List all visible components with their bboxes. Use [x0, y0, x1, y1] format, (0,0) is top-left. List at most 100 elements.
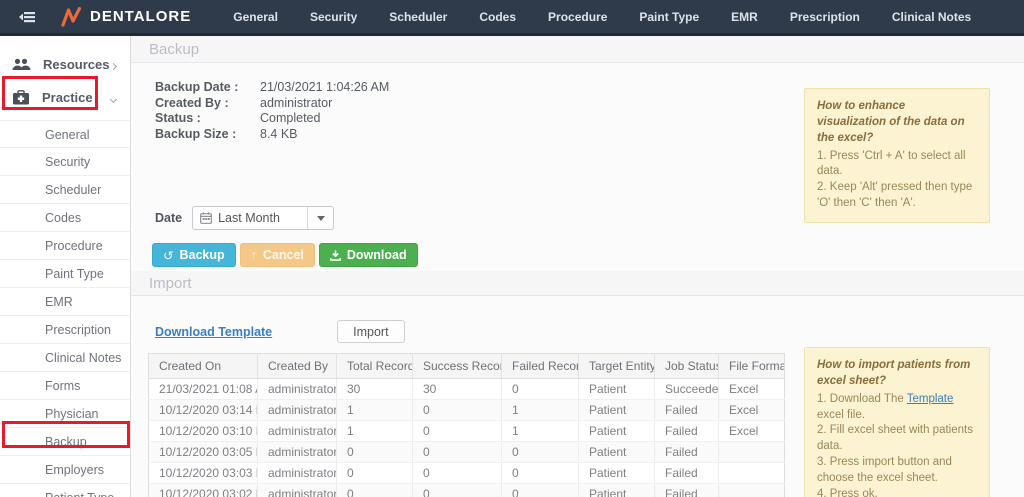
import-section-title: Import [131, 271, 1024, 296]
sidebar-submenu: General Security Scheduler Codes Procedu… [0, 120, 130, 497]
nav-more-dropdown[interactable] [1017, 14, 1024, 19]
table-cell: Patient [579, 442, 655, 463]
column-header: File Format [719, 354, 785, 379]
table-cell: 10/12/2020 03:14 PM [149, 400, 258, 421]
brand-logo[interactable]: DENTALORE [60, 6, 191, 28]
column-header: Created By [258, 354, 337, 379]
help-line-text: excel file. [817, 409, 865, 421]
table-cell: Patient [579, 379, 655, 400]
top-navbar: DENTALORE General Security Scheduler Cod… [0, 0, 1024, 36]
help-note-excel: How to enhance visualization of the data… [804, 88, 990, 223]
table-cell: Failed [655, 463, 719, 484]
table-cell: Succeeded [655, 379, 719, 400]
table-cell: Patient [579, 463, 655, 484]
help-note-line: 3. Press import button and choose the ex… [817, 455, 977, 487]
table-cell: 1 [337, 400, 413, 421]
table-header-row: Created OnCreated ByTotal RecordsSuccess… [149, 354, 785, 379]
table-cell: 0 [502, 463, 579, 484]
sidebar-item-general[interactable]: General [0, 120, 130, 148]
nav-item-paint-type[interactable]: Paint Type [623, 10, 715, 24]
sidebar-group-resources[interactable]: Resources [0, 48, 130, 81]
sidebar-item-prescription[interactable]: Prescription [0, 316, 130, 344]
column-header: Target Entity [579, 354, 655, 379]
table-cell: 0 [413, 442, 502, 463]
sidebar-item-emr[interactable]: EMR [0, 288, 130, 316]
sidebar-group-label: Practice [42, 90, 93, 105]
date-select-value: Last Month [218, 211, 307, 225]
refresh-icon: ↺ [163, 248, 173, 263]
nav-item-security[interactable]: Security [294, 10, 373, 24]
help-note-line: 1. Download The Template excel file. [817, 392, 977, 424]
nav-item-clinical-notes[interactable]: Clinical Notes [876, 10, 987, 24]
table-cell: 1 [337, 421, 413, 442]
import-actions: Download Template Import [131, 320, 1024, 343]
date-select-dropdown-button[interactable] [307, 207, 333, 229]
table-cell: 0 [337, 463, 413, 484]
import-button[interactable]: Import [337, 320, 404, 343]
main-menu: General Security Scheduler Codes Procedu… [217, 10, 1024, 24]
sidebar-item-security[interactable]: Security [0, 148, 130, 176]
sidebar-group-practice[interactable]: Practice [0, 81, 130, 114]
import-history-table: Created OnCreated ByTotal RecordsSuccess… [148, 353, 784, 497]
sidebar-item-scheduler[interactable]: Scheduler [0, 176, 130, 204]
table-cell: 0 [502, 379, 579, 400]
table-cell: Failed [655, 400, 719, 421]
column-header: Created On [149, 354, 258, 379]
table-row: 10/12/2020 03:03 PMadministrator000Patie… [149, 463, 785, 484]
sidebar-item-procedure[interactable]: Procedure [0, 232, 130, 260]
column-header: Success Records [413, 354, 502, 379]
table-row: 10/12/2020 03:10 PMadministrator101Patie… [149, 421, 785, 442]
table-cell: 30 [337, 379, 413, 400]
brand-name: DENTALORE [90, 8, 191, 25]
sidebar-item-backup[interactable]: Backup [0, 428, 130, 456]
help-note-import: How to import patients from excel sheet?… [804, 347, 990, 497]
table-cell: 1 [502, 421, 579, 442]
sidebar-item-patient-type[interactable]: Patient Type [0, 484, 130, 497]
table-cell [719, 463, 785, 484]
table-cell: 0 [337, 484, 413, 497]
sidebar: Resources Practice General Security Sche… [0, 36, 131, 497]
arrow-up-icon: ↑ [251, 248, 257, 262]
nav-item-scheduler[interactable]: Scheduler [373, 10, 463, 24]
nav-item-procedure[interactable]: Procedure [532, 10, 623, 24]
nav-item-emr[interactable]: EMR [715, 10, 774, 24]
template-link[interactable]: Template [907, 393, 954, 405]
table-cell: Failed [655, 484, 719, 497]
table-cell: 0 [502, 442, 579, 463]
date-range-select[interactable]: Last Month [192, 206, 334, 230]
import-table-body: 21/03/2021 01:08 AMadministrator30300Pat… [149, 379, 785, 497]
table-cell: administrator [258, 484, 337, 497]
help-note-line: 2. Keep 'Alt' pressed then type 'O' then… [817, 180, 977, 212]
table-cell: Excel [719, 379, 785, 400]
chevron-right-icon [111, 57, 116, 72]
column-header: Failed Records [502, 354, 579, 379]
cancel-button[interactable]: ↑ Cancel [240, 243, 315, 267]
nav-item-general[interactable]: General [217, 10, 294, 24]
table-cell: 0 [502, 484, 579, 497]
table-cell: 21/03/2021 01:08 AM [149, 379, 258, 400]
sidebar-item-physician[interactable]: Physician [0, 400, 130, 428]
table-cell: 10/12/2020 03:03 PM [149, 463, 258, 484]
table-cell: administrator [258, 442, 337, 463]
nav-item-prescription[interactable]: Prescription [774, 10, 876, 24]
table-row: 10/12/2020 03:05 PMadministrator000Patie… [149, 442, 785, 463]
table-cell: 0 [413, 421, 502, 442]
backup-button[interactable]: ↺ Backup [152, 243, 236, 267]
table-row: 10/12/2020 03:02 PMadministrator000Patie… [149, 484, 785, 497]
chevron-down-icon [111, 90, 116, 105]
sidebar-item-paint-type[interactable]: Paint Type [0, 260, 130, 288]
sidebar-toggle-button[interactable] [14, 10, 36, 24]
table-cell: 0 [337, 442, 413, 463]
sidebar-item-codes[interactable]: Codes [0, 204, 130, 232]
sidebar-item-employers[interactable]: Employers [0, 456, 130, 484]
column-header: Total Records [337, 354, 413, 379]
nav-item-codes[interactable]: Codes [463, 10, 532, 24]
download-template-link[interactable]: Download Template [155, 325, 272, 339]
sidebar-item-clinical-notes[interactable]: Clinical Notes [0, 344, 130, 372]
table-cell: Patient [579, 421, 655, 442]
download-button[interactable]: Download [319, 243, 418, 267]
table-cell: 0 [413, 400, 502, 421]
table-row: 21/03/2021 01:08 AMadministrator30300Pat… [149, 379, 785, 400]
download-button-label: Download [347, 248, 407, 262]
sidebar-item-forms[interactable]: Forms [0, 372, 130, 400]
